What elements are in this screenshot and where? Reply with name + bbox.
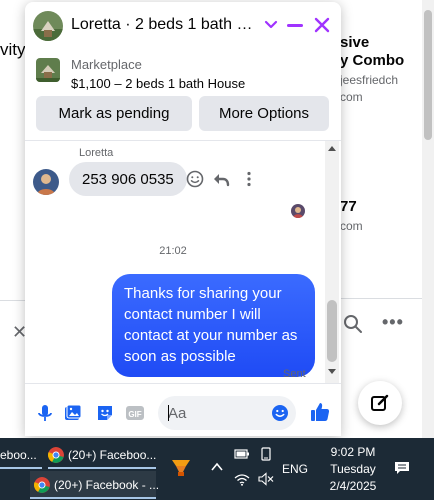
product-source-line1: jeesfriedch — [340, 73, 399, 87]
taskbar-window-3[interactable]: (20+) Facebook - ... — [30, 471, 160, 499]
incoming-message[interactable]: 253 906 0535 — [69, 162, 187, 196]
more-options-button[interactable]: More Options — [199, 96, 329, 131]
product-source-line2: com — [340, 90, 363, 104]
listing-source: Marketplace — [71, 57, 142, 72]
chevron-down-icon[interactable] — [262, 16, 280, 34]
speaker-muted-icon[interactable] — [258, 472, 274, 486]
compose-icon — [371, 394, 389, 411]
scroll-up-arrow-icon[interactable] — [328, 146, 336, 151]
thumbs-up-icon[interactable] — [309, 401, 331, 423]
chrome-icon — [48, 447, 64, 463]
sticker-icon[interactable] — [95, 403, 115, 423]
active-window-indicator — [0, 467, 42, 469]
search-icon[interactable] — [343, 314, 363, 334]
message-composer: GIF — [25, 383, 341, 436]
photo-icon[interactable] — [63, 403, 83, 423]
language-indicator[interactable]: ENG — [282, 462, 308, 476]
chat-header[interactable]: Loretta · 2 beds 1 bath Hou... — [25, 2, 341, 50]
text-caret — [168, 405, 169, 421]
active-window-indicator — [30, 497, 156, 499]
divider — [0, 300, 26, 301]
left-column: vity ✕ — [0, 0, 27, 438]
clock-time: 9:02 PM — [330, 445, 376, 459]
divider — [340, 298, 434, 299]
minimize-icon[interactable] — [287, 24, 303, 27]
message-status: Sent — [283, 368, 306, 380]
more-vertical-icon[interactable] — [240, 170, 258, 188]
device-icon[interactable] — [258, 447, 274, 461]
message-input-container[interactable] — [158, 396, 296, 430]
smiley-icon[interactable] — [186, 170, 204, 188]
chrome-icon — [34, 477, 50, 493]
notification-icon[interactable] — [394, 460, 410, 476]
marketplace-listing[interactable]: Marketplace $1,100 – 2 beds 1 bath House — [25, 52, 341, 96]
chevron-up-icon[interactable] — [210, 462, 224, 472]
message-timestamp: 21:02 — [159, 245, 187, 257]
chat-window: Loretta · 2 beds 1 bath Hou... Marketpla… — [25, 2, 341, 436]
sender-name: Loretta — [79, 147, 114, 159]
listing-description: $1,100 – 2 beds 1 bath House — [71, 76, 246, 91]
battery-icon[interactable] — [234, 447, 250, 461]
product-number: 77 — [340, 198, 357, 215]
mark-as-pending-button[interactable]: Mark as pending — [36, 96, 192, 131]
reply-icon[interactable] — [212, 170, 230, 188]
avatar[interactable] — [33, 169, 59, 195]
message-input[interactable] — [168, 396, 268, 430]
outgoing-message[interactable]: Thanks for sharing your contact number I… — [112, 274, 315, 377]
right-column: sive y Combo jeesfriedch com 77 com ••• — [340, 0, 434, 438]
microphone-icon[interactable] — [35, 403, 55, 423]
wifi-icon[interactable] — [234, 472, 250, 486]
taskbar-window-1[interactable]: eboo... — [0, 441, 42, 469]
product-title-line2[interactable]: y Combo — [340, 52, 404, 69]
message-scrollbar-thumb[interactable] — [327, 300, 337, 362]
avatar[interactable] — [33, 11, 63, 41]
taskbar-window-2[interactable]: (20+) Faceboo... — [48, 441, 156, 469]
active-window-indicator — [48, 467, 156, 469]
compose-button[interactable] — [358, 381, 402, 425]
more-horizontal-icon[interactable]: ••• — [382, 312, 404, 333]
close-icon[interactable] — [313, 16, 331, 34]
clock-day: Tuesday — [330, 462, 376, 476]
taskbar-window-3-label: (20+) Facebook - ... — [54, 478, 160, 492]
gif-icon[interactable]: GIF — [125, 403, 145, 423]
emoji-icon[interactable] — [271, 404, 289, 422]
svg-text:GIF: GIF — [128, 410, 141, 419]
message-list: Loretta 253 906 0535 21:02 Thanks for sh… — [25, 141, 341, 383]
listing-thumbnail — [36, 58, 60, 82]
page-scrollbar-thumb[interactable] — [424, 10, 432, 140]
product-title-line1[interactable]: sive — [340, 34, 369, 51]
scroll-down-arrow-icon[interactable] — [328, 369, 336, 374]
chat-title[interactable]: Loretta · 2 beds 1 bath Hou... — [71, 16, 257, 34]
app-icon[interactable] — [170, 456, 192, 478]
taskbar-window-2-label: (20+) Faceboo... — [68, 448, 157, 462]
taskbar: eboo... (20+) Faceboo... (20+) Facebook … — [0, 438, 434, 500]
clock-date: 2/4/2025 — [329, 479, 377, 493]
left-column-text: vity — [0, 40, 26, 59]
product-source-line3: com — [340, 219, 363, 233]
read-receipt-avatar — [291, 204, 305, 218]
system-clock[interactable]: 9:02 PM Tuesday 2/4/2025 — [324, 444, 382, 495]
